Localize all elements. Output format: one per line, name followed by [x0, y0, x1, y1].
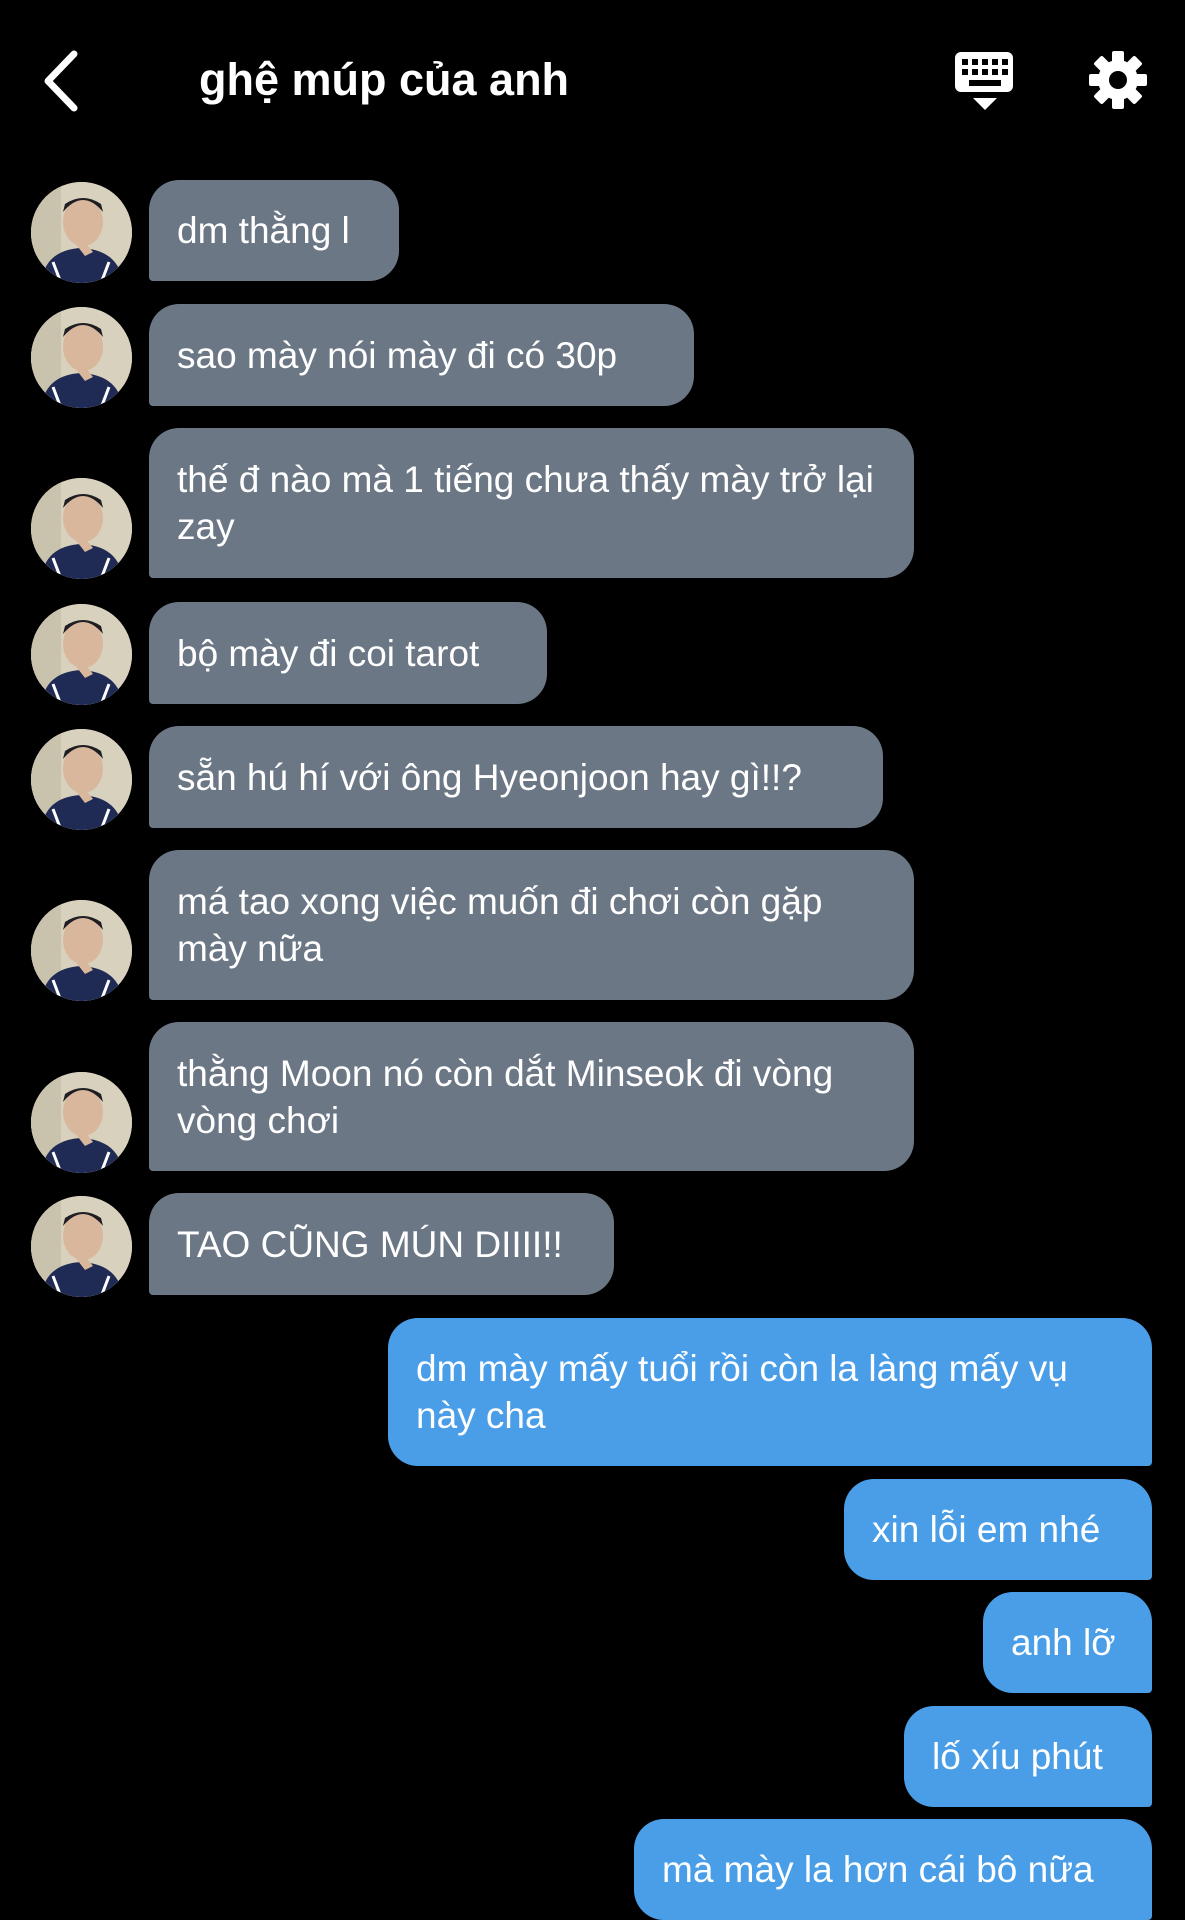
avatar[interactable]	[31, 604, 132, 705]
incoming-message[interactable]: sẵn hú hí với ông Hyeonjoon hay gì!!?	[149, 726, 883, 828]
avatar-photo	[31, 900, 132, 1001]
avatar[interactable]	[31, 478, 132, 579]
avatar-photo	[31, 604, 132, 705]
avatar-photo	[31, 1072, 132, 1173]
avatar[interactable]	[31, 900, 132, 1001]
incoming-message[interactable]: TAO CŨNG MÚN DIIII!!	[149, 1193, 614, 1295]
incoming-message[interactable]: má tao xong việc muốn đi chơi còn gặp mà…	[149, 850, 914, 1000]
message-list[interactable]: dm thằng l sao mày nói mày đi có 30p thế…	[0, 0, 1185, 1920]
avatar[interactable]	[31, 729, 132, 830]
avatar-photo	[31, 729, 132, 830]
outgoing-message[interactable]: lố xíu phút	[904, 1706, 1152, 1807]
avatar-photo	[31, 182, 132, 283]
avatar-photo	[31, 478, 132, 579]
avatar[interactable]	[31, 307, 132, 408]
outgoing-message[interactable]: dm mày mấy tuổi rồi còn la làng mấy vụ n…	[388, 1318, 1152, 1466]
avatar[interactable]	[31, 1072, 132, 1173]
incoming-message[interactable]: dm thằng l	[149, 180, 399, 281]
avatar[interactable]	[31, 1196, 132, 1297]
incoming-message[interactable]: thế đ nào mà 1 tiếng chưa thấy mày trở l…	[149, 428, 914, 578]
outgoing-message[interactable]: mà mày la hơn cái bô nữa	[634, 1819, 1152, 1920]
incoming-message[interactable]: thằng Moon nó còn dắt Minseok đi vòng vò…	[149, 1022, 914, 1171]
outgoing-message[interactable]: anh lỡ	[983, 1592, 1152, 1693]
incoming-message[interactable]: sao mày nói mày đi có 30p	[149, 304, 694, 406]
avatar-photo	[31, 307, 132, 408]
avatar-photo	[31, 1196, 132, 1297]
incoming-message[interactable]: bộ mày đi coi tarot	[149, 602, 547, 704]
avatar[interactable]	[31, 182, 132, 283]
outgoing-message[interactable]: xin lỗi em nhé	[844, 1479, 1152, 1580]
